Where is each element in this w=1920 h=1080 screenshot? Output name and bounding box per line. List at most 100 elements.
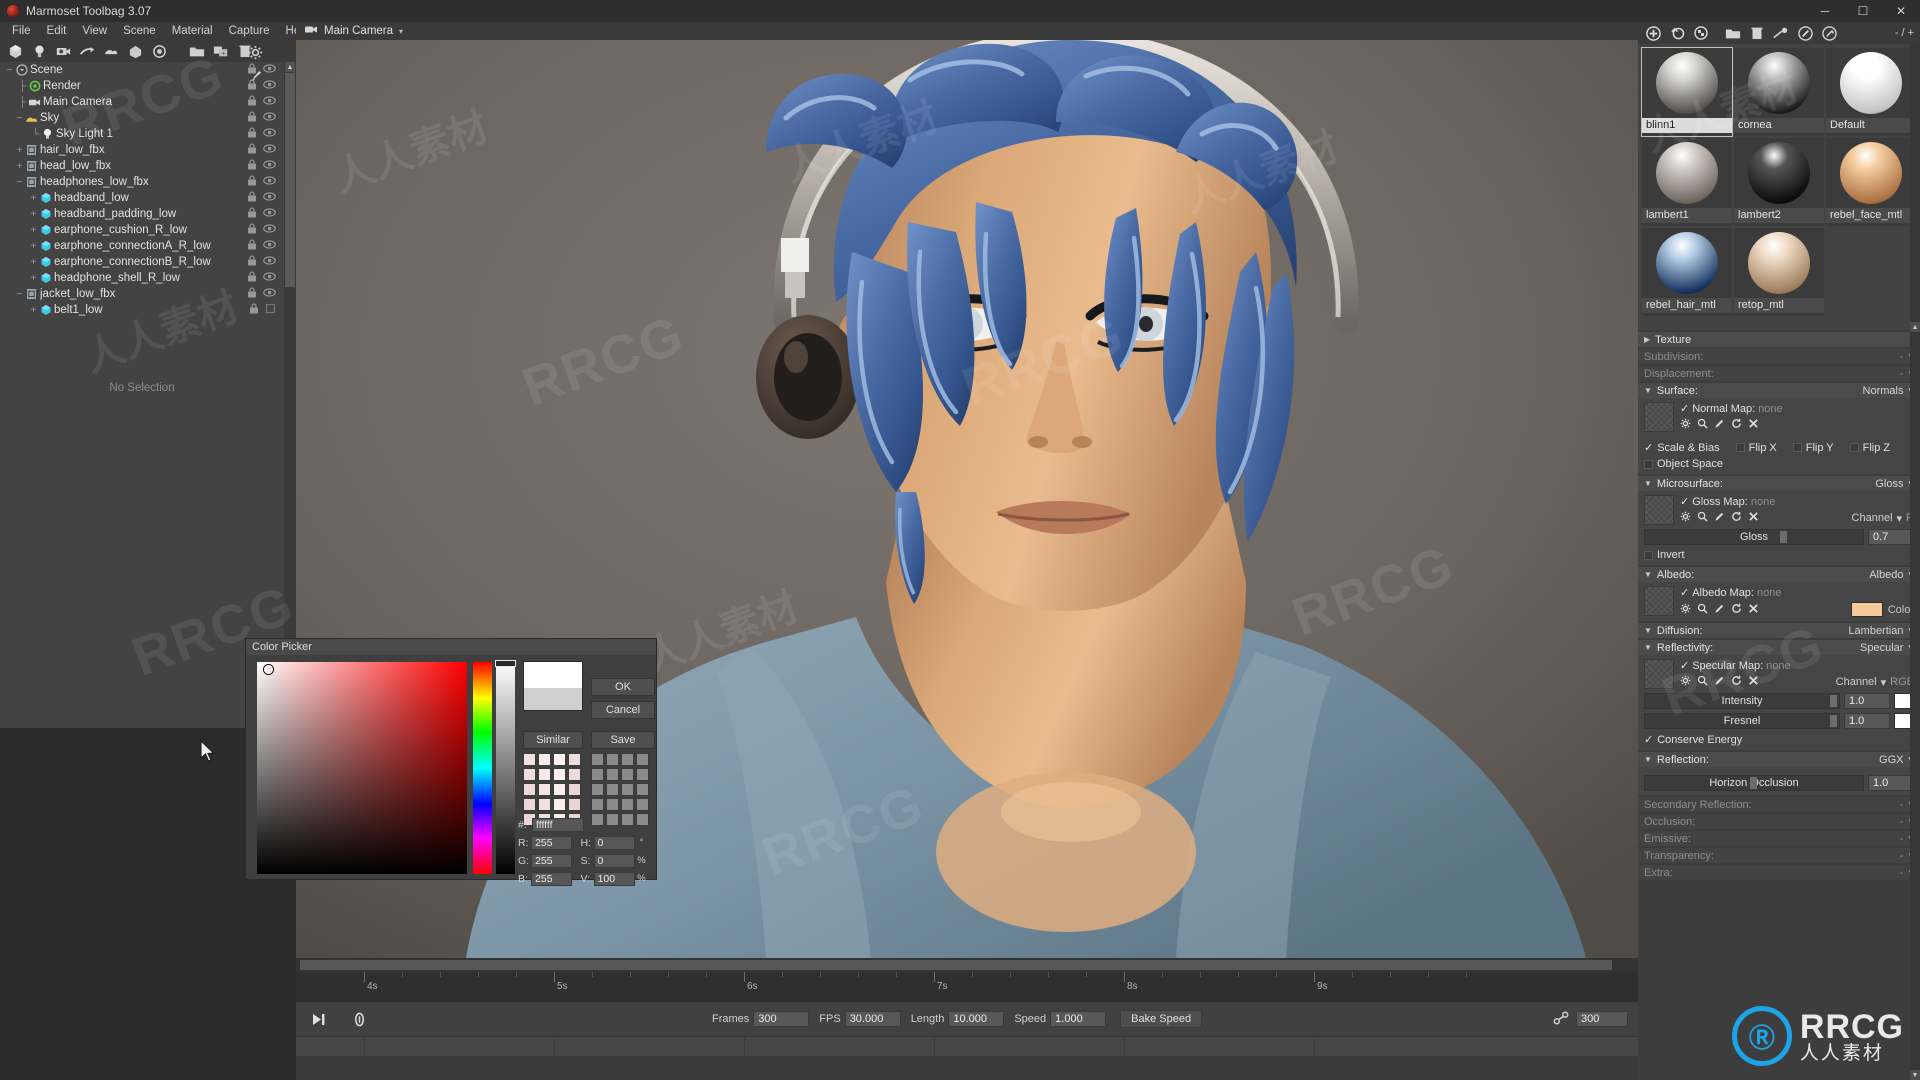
refresh-icon[interactable] (1731, 603, 1742, 617)
specular-map-thumbnail[interactable] (1644, 659, 1674, 689)
intensity-slider[interactable]: Intensity (1644, 693, 1840, 709)
scale-bias-check[interactable]: ✓ Scale & Bias (1644, 441, 1720, 455)
duplicate-material-icon[interactable] (1666, 23, 1688, 43)
brush-icon[interactable] (244, 64, 266, 86)
tree-expander[interactable]: − (14, 177, 25, 188)
bake-speed-button[interactable]: Bake Speed (1120, 1010, 1203, 1028)
menu-file[interactable]: File (4, 22, 39, 40)
material-cell[interactable]: retop_mtl (1734, 228, 1824, 316)
render-icon[interactable] (148, 41, 170, 61)
link-icon[interactable] (1553, 1010, 1570, 1028)
tree-row[interactable]: ├ Main Camera (0, 94, 284, 110)
section-reflection[interactable]: ▼ Reflection: GGX ▾ (1638, 752, 1920, 767)
menu-capture[interactable]: Capture (221, 22, 278, 40)
gloss-invert-check[interactable]: Invert (1644, 549, 1914, 561)
swatch-cell[interactable] (523, 783, 536, 796)
normal-map-thumbnail[interactable] (1644, 402, 1674, 432)
flip-x-check[interactable]: Flip X (1735, 441, 1777, 454)
turntable-icon[interactable] (76, 41, 98, 61)
swatch-cell[interactable] (523, 753, 536, 766)
tree-row[interactable]: + earphone_cushion_R_low (0, 222, 284, 238)
gloss-value-input[interactable]: 0.7 (1868, 529, 1914, 545)
visibility-icon[interactable] (263, 288, 276, 300)
swatch-cell[interactable] (538, 798, 551, 811)
open-folder-icon[interactable] (1722, 23, 1744, 43)
lock-icon[interactable] (247, 191, 257, 205)
lock-icon[interactable] (247, 287, 257, 301)
swatch-cell[interactable] (636, 783, 649, 796)
lock-icon[interactable] (247, 207, 257, 221)
material-grid-scrollbar[interactable] (1910, 44, 1920, 330)
section-transparency[interactable]: Transparency: - ▾ (1638, 848, 1920, 863)
color-picker-dialog[interactable]: Color Picker OK Cancel Similar Save #: f… (245, 638, 657, 886)
tree-expander[interactable]: + (28, 257, 39, 268)
swatch-cell[interactable] (591, 753, 604, 766)
scroll-down-arrow[interactable]: ▼ (1910, 1070, 1920, 1080)
swatch-cell[interactable] (523, 798, 536, 811)
tree-row[interactable]: − headphones_low_fbx (0, 174, 284, 190)
timeline-end-frame-input[interactable]: 300 (1576, 1011, 1628, 1027)
material-cell[interactable]: rebel_hair_mtl (1642, 228, 1732, 316)
section-occlusion[interactable]: Occlusion: - ▾ (1638, 814, 1920, 829)
timeline-track[interactable] (296, 1036, 1638, 1057)
albedo-color-group[interactable]: Color (1850, 602, 1914, 617)
swatch-cell[interactable] (621, 768, 634, 781)
value-slider[interactable] (496, 662, 515, 874)
intensity-slider-handle[interactable] (1830, 695, 1837, 707)
lock-icon[interactable] (247, 143, 257, 157)
swatch-cell[interactable] (553, 798, 566, 811)
gear-icon[interactable] (1680, 603, 1691, 617)
length-input[interactable]: 10.000 (948, 1011, 1005, 1027)
delete-icon[interactable] (1746, 23, 1768, 43)
section-secondary-reflection[interactable]: Secondary Reflection: - ▾ (1638, 797, 1920, 812)
timeline-scrollbar-thumb[interactable] (300, 960, 1612, 970)
object-space-check[interactable]: Object Space (1644, 458, 1914, 470)
sv-cursor[interactable] (264, 665, 273, 674)
hex-row[interactable]: #: ffffff (518, 817, 648, 832)
lock-icon[interactable] (247, 111, 257, 125)
check-icon[interactable]: ✓ (1680, 402, 1689, 415)
chevron-down-icon[interactable]: ▼ (1644, 479, 1652, 488)
chevron-down-icon[interactable]: ▼ (1644, 643, 1652, 652)
saved-swatch-grid[interactable] (591, 753, 649, 826)
tree-row[interactable]: + headband_low (0, 190, 284, 206)
gear-icon[interactable] (244, 41, 266, 63)
visibility-icon[interactable] (265, 303, 276, 317)
swatch-cell[interactable] (568, 798, 581, 811)
blue-input[interactable]: 255 (531, 871, 573, 886)
tree-expander[interactable]: + (28, 305, 39, 316)
visibility-icon[interactable] (263, 256, 276, 268)
tree-expander[interactable]: + (28, 193, 39, 204)
material-grid[interactable]: blinn1 cornea Default lambert1 lambert2 rebel… (1638, 44, 1920, 330)
search-icon[interactable] (1697, 675, 1708, 689)
gear-icon[interactable] (1680, 418, 1691, 432)
section-surface[interactable]: ▼ Surface: Normals ▾ (1638, 383, 1920, 398)
section-texture[interactable]: ▶ Texture (1638, 332, 1920, 347)
menu-scene[interactable]: Scene (115, 22, 164, 40)
timeline-scrollbar[interactable] (296, 958, 1638, 972)
material-cell[interactable]: cornea (1734, 48, 1824, 136)
gloss-slider-handle[interactable] (1780, 531, 1788, 543)
tree-expander[interactable]: + (14, 145, 25, 156)
check-icon[interactable]: ✓ (1680, 659, 1689, 672)
flip-y-check[interactable]: Flip Y (1792, 441, 1834, 454)
pencil-icon[interactable] (1714, 675, 1725, 689)
swatch-cell[interactable] (568, 768, 581, 781)
search-icon[interactable] (1697, 511, 1708, 525)
tree-row[interactable]: − jacket_low_fbx (0, 286, 284, 302)
horizon-occlusion-slider[interactable]: Horizon Occlusion (1644, 775, 1864, 791)
scene-tree[interactable]: − Scene ├ Render ├ Main Camera − Sky └ S… (0, 62, 284, 728)
visibility-icon[interactable] (263, 160, 276, 172)
material-cell[interactable]: blinn1 (1641, 47, 1733, 137)
tree-expander[interactable]: + (28, 209, 39, 220)
duplicate-icon[interactable]: + (210, 41, 232, 61)
hue-slider[interactable] (473, 662, 492, 874)
visibility-icon[interactable] (263, 272, 276, 284)
visibility-icon[interactable] (263, 144, 276, 156)
gloss-map-thumbnail[interactable] (1644, 495, 1674, 525)
swatch-cell[interactable] (523, 768, 536, 781)
camera-icon[interactable] (52, 41, 74, 61)
saturation-input[interactable]: 0 (593, 853, 635, 868)
timeline-ruler[interactable]: 4s 5s 6s 7s 8s 9s (296, 972, 1638, 1002)
conserve-energy-check[interactable]: ✓ Conserve Energy (1644, 733, 1914, 747)
